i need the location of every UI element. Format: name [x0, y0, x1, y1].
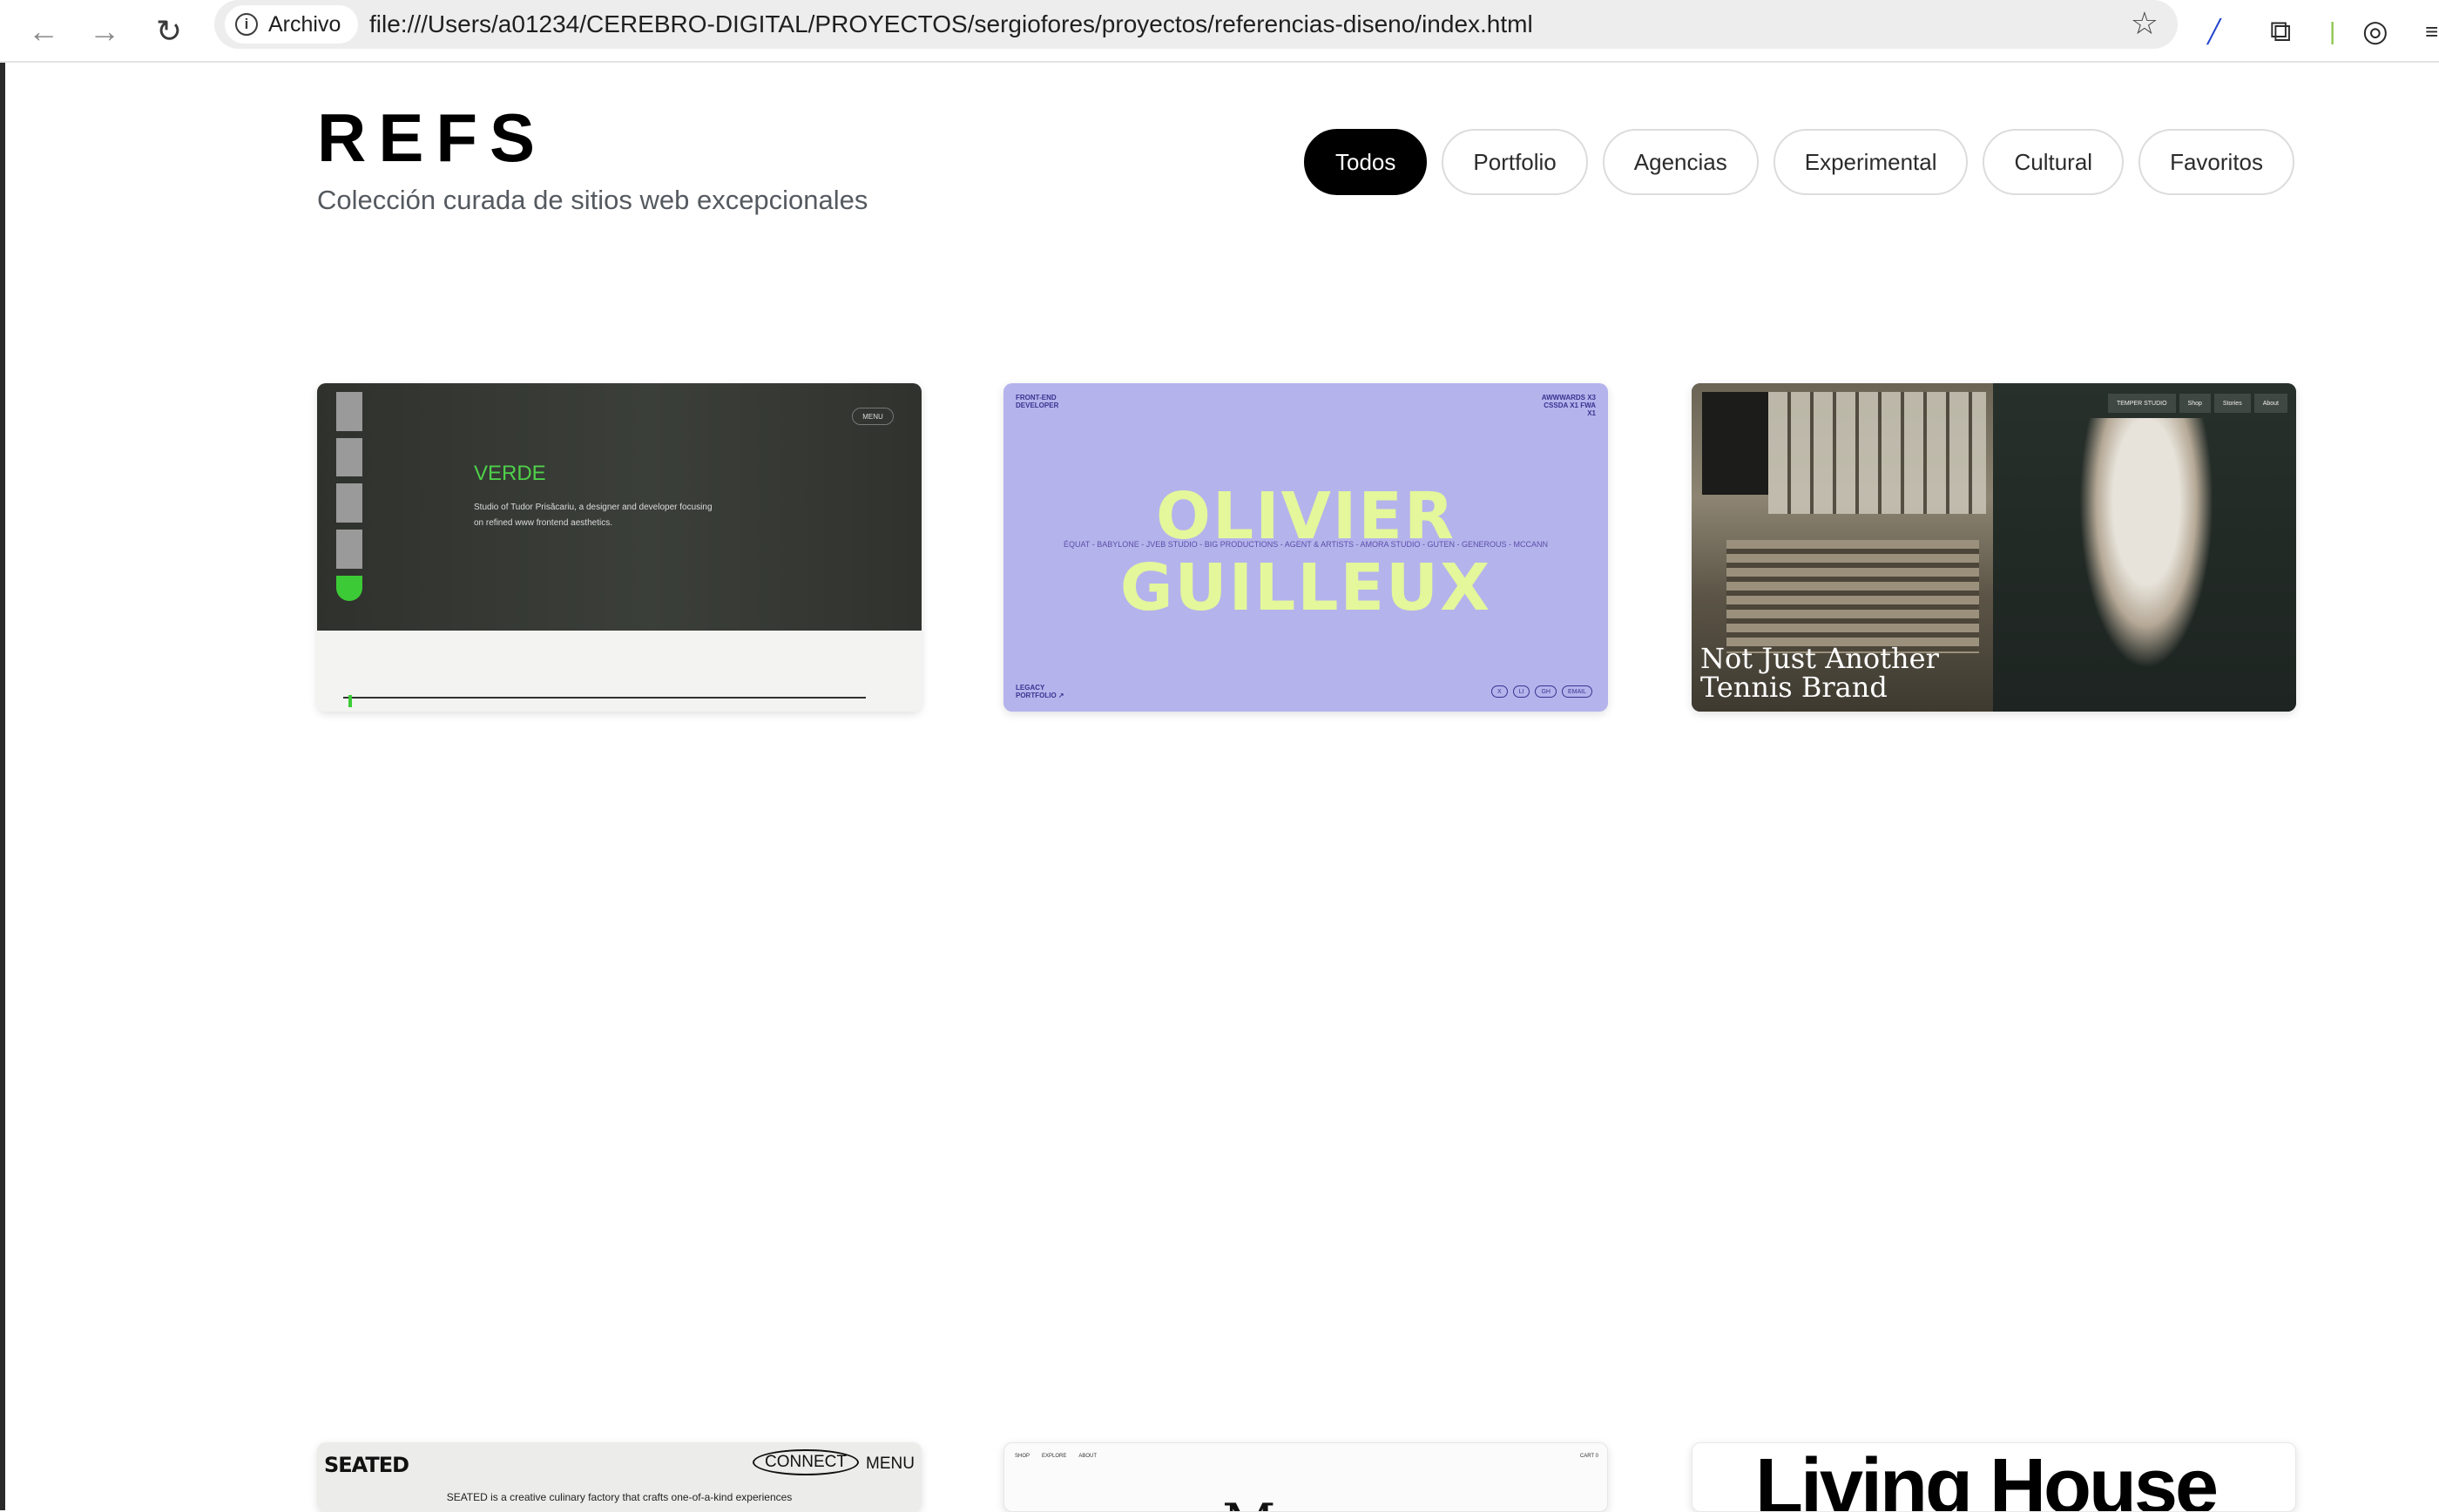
window-edge	[0, 63, 5, 1510]
filter-agencias[interactable]: Agencias	[1602, 129, 1759, 195]
filter-bar: Todos Portfolio Agencias Experimental Cu…	[1304, 129, 2294, 195]
origin-label: Archivo	[268, 11, 341, 37]
photo-steps	[1726, 540, 1979, 653]
card-connect-label: CONNECT	[753, 1449, 859, 1475]
filter-portfolio[interactable]: Portfolio	[1442, 129, 1588, 195]
photo-window	[1768, 392, 1986, 514]
card-social-links: X LI GH EMAIL	[1490, 685, 1592, 698]
bookmark-star-icon[interactable]: ☆	[2131, 0, 2159, 49]
photo-thumbnail	[1702, 392, 1768, 495]
card-site-logo: SEATED	[324, 1453, 409, 1477]
social-linkedin: LI	[1512, 685, 1530, 698]
reference-card-tennis[interactable]: TEMPER STUDIO Shop Stories About Not Jus…	[1692, 383, 2296, 712]
filter-cultural[interactable]: Cultural	[1983, 129, 2125, 195]
card-site-title: VERDE	[474, 462, 546, 485]
social-github: GH	[1535, 685, 1557, 698]
card-menu-label: MENU	[866, 1455, 915, 1473]
reload-icon[interactable]: ↻	[143, 5, 195, 57]
photo-person	[2068, 418, 2225, 697]
info-icon: i	[235, 13, 258, 36]
reference-card-shop[interactable]: SHOP EXPLORE ABOUT CART 0 M	[1003, 1442, 1608, 1512]
page-subtitle: Colección curada de sitios web excepcion…	[317, 185, 868, 215]
thumbnail-strip	[336, 392, 362, 601]
social-email: EMAIL	[1561, 685, 1592, 698]
reference-card-verde[interactable]: VERDE Studio of Tudor Prisăcariu, a desi…	[317, 383, 922, 712]
card-corner-text: LEGACY PORTFOLIO ↗	[1016, 684, 1064, 699]
card-site-text: SEATED is a creative culinary factory th…	[446, 1491, 793, 1503]
site-nav-item: EXPLORE	[1042, 1454, 1067, 1459]
card-site-title: Not Just Another Tennis Brand	[1700, 642, 1939, 704]
reference-card-olivier[interactable]: FRONT-END DEVELOPER AWWWARDS X3 CSSDA X1…	[1003, 383, 1608, 712]
card-ticker: ÉQUAT - BABYLONE - JVEB STUDIO - BIG PRO…	[1064, 540, 1548, 549]
page-title: REFS	[317, 99, 548, 176]
site-nav-item: SHOP	[1015, 1454, 1030, 1459]
profile-icon[interactable]: ◎	[2362, 5, 2388, 57]
filter-todos[interactable]: Todos	[1304, 129, 1428, 195]
card-preview: VERDE Studio of Tudor Prisăcariu, a desi…	[317, 383, 922, 631]
site-nav-item: About	[2253, 394, 2287, 413]
filter-favoritos[interactable]: Favoritos	[2138, 129, 2294, 195]
card-site-title: GUILLEUX	[1119, 550, 1492, 625]
card-menu-pill: MENU	[852, 408, 894, 425]
card-footer-line	[343, 697, 866, 704]
card-site-cart: CART 0	[1580, 1454, 1598, 1459]
site-nav-item: Shop	[2179, 394, 2211, 413]
site-info-chip[interactable]: i Archivo	[225, 5, 359, 44]
url-text[interactable]: file:///Users/a01234/CEREBRO-DIGITAL/PRO…	[369, 0, 1533, 49]
address-bar[interactable]: i Archivo file:///Users/a01234/CEREBRO-D…	[214, 0, 2178, 49]
card-corner-text: AWWWARDS X3 CSSDA X1 FWA X1	[1541, 394, 1596, 417]
social-x: X	[1490, 685, 1508, 698]
card-corner-text: FRONT-END DEVELOPER	[1016, 394, 1059, 409]
site-nav-item: TEMPER STUDIO	[2107, 394, 2176, 413]
card-site-title: Living House	[1755, 1443, 2219, 1512]
forward-icon[interactable]: →	[78, 5, 131, 57]
extension-pen-icon[interactable]: ╱	[2207, 5, 2221, 57]
card-site-text: Studio of Tudor Prisăcariu, a designer a…	[474, 503, 713, 528]
card-photo-portrait: TEMPER STUDIO Shop Stories About	[1993, 383, 2296, 712]
card-footer-marker	[348, 695, 352, 707]
browser-toolbar: ← → ↻ i Archivo file:///Users/a01234/CER…	[0, 0, 2439, 63]
site-nav-item: Stories	[2213, 394, 2251, 413]
card-site-title: M	[1222, 1497, 1275, 1511]
reference-card-seated[interactable]: SEATED CONNECT MENU SEATED is a creative…	[317, 1442, 922, 1512]
back-icon[interactable]: ←	[17, 5, 70, 57]
site-nav-item: ABOUT	[1078, 1454, 1098, 1459]
card-site-nav: TEMPER STUDIO Shop Stories About	[2107, 394, 2287, 413]
filter-experimental[interactable]: Experimental	[1773, 129, 1969, 195]
card-site-nav: SHOP EXPLORE ABOUT	[1015, 1454, 1097, 1459]
toolbar-divider: |	[2329, 17, 2336, 44]
menu-icon[interactable]: ≡	[2425, 5, 2438, 57]
reference-card-living-house[interactable]: Living House	[1692, 1442, 2296, 1512]
site-cart-label: CART 0	[1579, 1454, 1598, 1459]
extensions-puzzle-icon[interactable]: ⧉	[2270, 5, 2291, 57]
